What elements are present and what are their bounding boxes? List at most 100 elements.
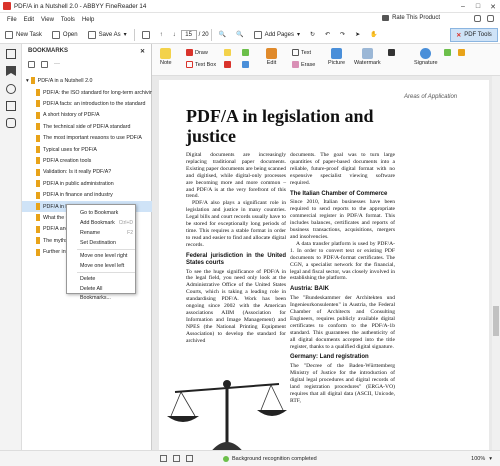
chevron-down-icon: ▾: [123, 32, 127, 38]
redo-button[interactable]: ↷: [335, 27, 350, 43]
bookmark-item[interactable]: PDF/A: the ISO standard for long-term ar…: [22, 87, 152, 98]
bookmark-label: The technical side of PDF/A standard: [43, 123, 131, 130]
context-menu-item[interactable]: Rename F2: [67, 229, 137, 238]
hand-icon: ✋: [370, 32, 378, 38]
hand-button[interactable]: ✋: [365, 27, 382, 43]
context-menu-label: Add Bookmark: [80, 220, 115, 226]
undo-button[interactable]: ↶: [320, 27, 335, 43]
context-menu-item[interactable]: Set Destination: [67, 239, 137, 248]
select-button[interactable]: ➤: [350, 27, 365, 43]
expand-icon[interactable]: [41, 60, 48, 68]
watermark-button[interactable]: Watermark: [354, 48, 381, 66]
more-icon[interactable]: ···: [54, 61, 61, 68]
redact-button[interactable]: [388, 49, 395, 56]
context-menu-item[interactable]: Move one level right: [67, 252, 137, 261]
new-task-button[interactable]: New Task: [0, 27, 47, 43]
left-icon-rail: [0, 44, 22, 450]
bookmark-item[interactable]: The technical side of PDF/A standard: [22, 121, 152, 132]
bookmark-item[interactable]: PDF/A in finance and industry: [22, 190, 152, 201]
open-button[interactable]: Open: [47, 27, 83, 43]
settings-icon[interactable]: [487, 15, 494, 22]
add-pages-icon: [253, 30, 262, 39]
section-label: Areas of Application: [404, 94, 458, 100]
window-title: PDF/A in a Nutshell 2.0 - ABBYY FineRead…: [14, 2, 147, 10]
pages-icon[interactable]: [6, 49, 16, 59]
fit-icon[interactable]: [186, 455, 193, 462]
page-view-icon[interactable]: [160, 455, 167, 462]
print-icon: [141, 30, 150, 39]
context-menu-item[interactable]: Move one level left: [67, 262, 137, 271]
bookmark-label: A short history of PDF/A: [43, 112, 100, 119]
protect-button[interactable]: [444, 49, 451, 56]
text-button[interactable]: Text: [292, 49, 311, 56]
bookmark-item[interactable]: A short history of PDF/A: [22, 110, 152, 121]
document-page: Areas of Application PDF/A in legislatio…: [159, 80, 489, 452]
rate-product-link[interactable]: Rate This Product: [382, 15, 440, 21]
right-column: documents. The goal was to turn large qu…: [290, 152, 395, 404]
bookmark-flag-icon: [36, 100, 40, 108]
help-icon[interactable]: [474, 15, 481, 22]
bookmark-item[interactable]: PDF/A facts: an introduction to the stan…: [22, 98, 152, 109]
signature-button[interactable]: Signature: [414, 48, 438, 66]
note-button[interactable]: Note: [160, 48, 172, 66]
prev-page-button[interactable]: ↑: [155, 27, 168, 43]
rotate-button[interactable]: ↻: [305, 27, 320, 43]
shield-icon: [444, 49, 451, 56]
close-button[interactable]: ✕: [486, 0, 500, 13]
context-menu-item[interactable]: Delete: [67, 275, 137, 284]
print-button[interactable]: [137, 27, 155, 43]
search-icon[interactable]: [6, 84, 16, 94]
menu-edit[interactable]: Edit: [24, 17, 34, 23]
watermark-icon: [361, 48, 373, 59]
scrollbar-thumb[interactable]: [493, 306, 499, 336]
zoom-in-button[interactable]: 🔍: [231, 27, 248, 43]
two-page-icon[interactable]: [173, 455, 180, 462]
menu-help[interactable]: Help: [82, 17, 94, 23]
bookmark-item[interactable]: PDF/A in public administration: [22, 178, 152, 189]
bookmark-item[interactable]: Typical uses for PDF/A: [22, 144, 152, 155]
app-icon: [3, 2, 11, 10]
annotations-icon[interactable]: [6, 101, 16, 111]
bookmark-label: PDF/A in finance and industry: [43, 192, 113, 199]
save-as-button[interactable]: Save As ▾: [83, 27, 132, 43]
context-menu-item[interactable]: Go to Bookmark: [67, 209, 137, 218]
bookmark-item[interactable]: PDF/A creation tools: [22, 155, 152, 166]
pdf-tools-button[interactable]: ✕ PDF Tools: [450, 28, 498, 42]
add-pages-button[interactable]: Add Pages ▾: [249, 27, 305, 43]
draw-button[interactable]: Draw: [186, 49, 208, 56]
erase-button[interactable]: Erase: [292, 61, 315, 68]
page-navigator: 15 / 20: [180, 29, 209, 40]
bookmark-item[interactable]: Validation: Is it really PDF/A?: [22, 167, 152, 178]
menu-file[interactable]: File: [7, 17, 17, 23]
menu-view[interactable]: View: [41, 17, 54, 23]
bookmark-icon[interactable]: [6, 66, 16, 76]
zoom-dropdown-icon[interactable]: ▾: [489, 456, 492, 462]
zoom-out-button[interactable]: 🔍: [214, 27, 231, 43]
attachments-icon[interactable]: [6, 118, 16, 128]
maximize-button[interactable]: □: [471, 0, 485, 13]
minimize-button[interactable]: –: [456, 0, 470, 13]
highlight-button[interactable]: [224, 49, 231, 56]
strikethrough-button[interactable]: [224, 61, 231, 68]
stamp-button[interactable]: [242, 61, 249, 68]
bookmark-item[interactable]: The most important reasons to use PDF/A: [22, 133, 152, 144]
close-icon[interactable]: ✕: [140, 48, 145, 55]
picture-button[interactable]: Picture: [328, 48, 345, 66]
lock-button[interactable]: [458, 49, 465, 56]
vertical-scrollbar[interactable]: [492, 76, 500, 450]
context-menu-shortcut: F2: [127, 230, 133, 236]
bookmark-label: PDF/A and: [43, 226, 69, 233]
recognition-status-icon: [223, 455, 229, 462]
zoom-level[interactable]: 100%: [471, 456, 485, 462]
edit-button[interactable]: Edit: [266, 48, 277, 66]
context-menu-item[interactable]: Delete All Bookmarks...: [67, 285, 137, 301]
context-menu-item[interactable]: Add Bookmark Ctrl+D: [67, 219, 137, 228]
add-bookmark-icon[interactable]: [28, 60, 35, 68]
bookmark-root[interactable]: ▾ PDF/A in a Nutshell 2.0: [22, 75, 152, 86]
stamp-icon: [242, 61, 249, 68]
menu-tools[interactable]: Tools: [61, 17, 75, 23]
page-number-input[interactable]: 15: [180, 29, 197, 40]
next-page-button[interactable]: ↓: [168, 27, 181, 43]
text-box-button[interactable]: Text Box: [186, 61, 216, 68]
underline-button[interactable]: [242, 49, 249, 56]
